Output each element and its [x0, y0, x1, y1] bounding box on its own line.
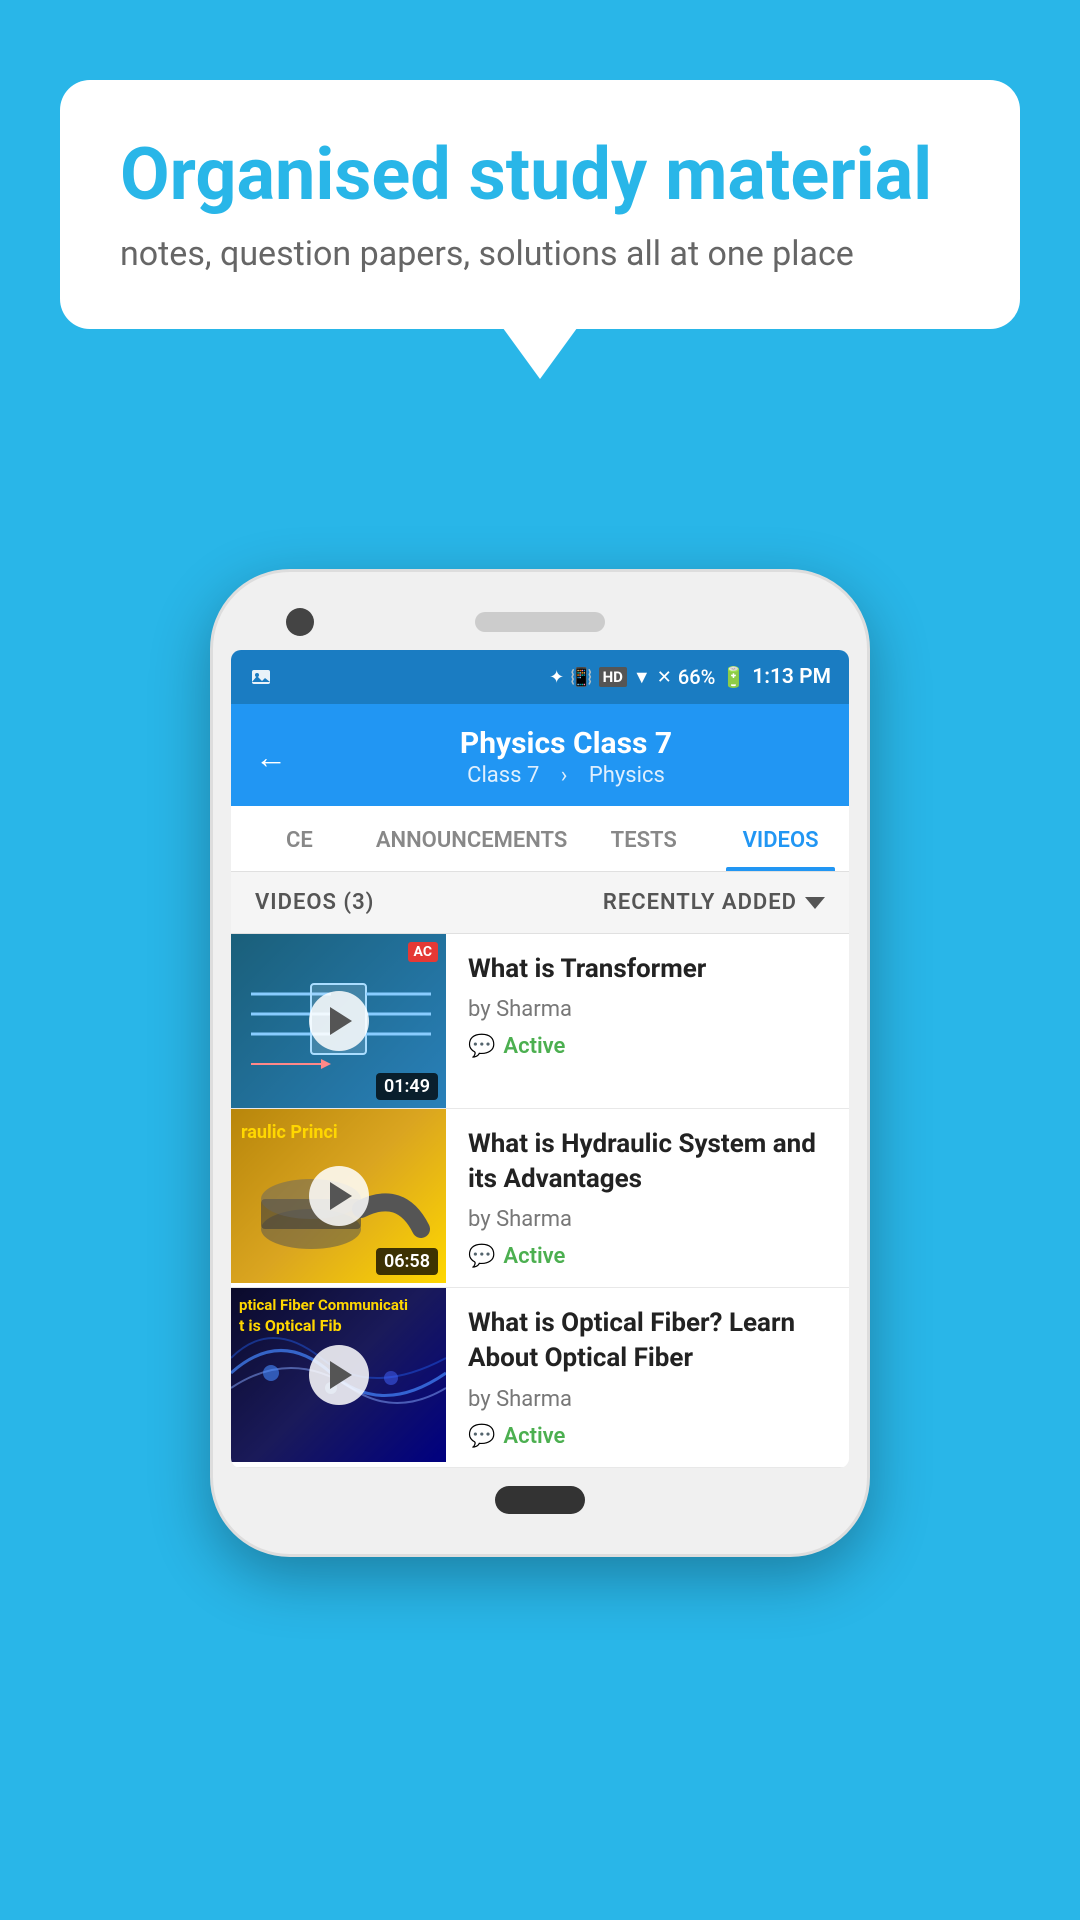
tab-announcements[interactable]: ANNOUNCEMENTS [368, 806, 575, 871]
thumb-text-3: ptical Fiber Communicati t is Optical Fi… [239, 1296, 408, 1336]
tab-tests[interactable]: TESTS [575, 806, 712, 871]
sort-dropdown[interactable]: RECENTLY ADDED [603, 890, 825, 915]
clock: 1:13 PM [752, 665, 831, 689]
tabs-bar: CE ANNOUNCEMENTS TESTS VIDEOS [231, 806, 849, 872]
speech-bubble-subtext: notes, question papers, solutions all at… [120, 234, 960, 274]
header-title-block: Physics Class 7 Class 7 › Physics [307, 726, 825, 788]
video-title-3: What is Optical Fiber? Learn About Optic… [468, 1306, 831, 1376]
play-icon-2 [330, 1182, 352, 1210]
video-status-3: 💬 Active [468, 1424, 831, 1449]
vibrate-icon: 📳 [570, 667, 592, 688]
ac-badge: AC [408, 942, 438, 962]
video-duration-2: 06:58 [376, 1248, 438, 1275]
filter-bar: VIDEOS (3) RECENTLY ADDED [231, 872, 849, 934]
app-subtitle: Class 7 › Physics [307, 763, 825, 788]
play-button-1[interactable] [309, 991, 369, 1051]
video-author-2: by Sharma [468, 1207, 831, 1232]
video-title-2: What is Hydraulic System and its Advanta… [468, 1127, 831, 1197]
status-bar-left [249, 665, 273, 689]
chat-icon-2: 💬 [468, 1244, 495, 1269]
active-label-1: Active [503, 1034, 565, 1059]
phone-top-bar [231, 602, 849, 650]
video-item-1[interactable]: AC [231, 934, 849, 1109]
video-item-2[interactable]: raulic Princi 06:58 [231, 1109, 849, 1288]
play-icon-3 [330, 1361, 352, 1389]
video-thumbnail-3: ptical Fiber Communicati t is Optical Fi… [231, 1288, 446, 1462]
subtitle-subject: Physics [589, 763, 665, 788]
video-duration-1: 01:49 [376, 1073, 438, 1100]
top-section: Organised study material notes, question… [0, 0, 1080, 449]
chevron-down-icon [805, 897, 825, 909]
speech-bubble: Organised study material notes, question… [60, 80, 1020, 329]
video-info-1: What is Transformer by Sharma 💬 Active [446, 934, 849, 1077]
phone-home-oval [495, 1486, 585, 1514]
play-button-2[interactable] [309, 1166, 369, 1226]
photo-icon [249, 665, 273, 689]
video-status-1: 💬 Active [468, 1034, 831, 1059]
play-icon-1 [330, 1007, 352, 1035]
status-bar: ✦ 📳 HD ▼ ✕ 66% 🔋 1:13 PM [231, 650, 849, 704]
video-status-2: 💬 Active [468, 1244, 831, 1269]
phone-home-button-area [231, 1468, 849, 1524]
active-label-2: Active [503, 1244, 565, 1269]
tab-videos[interactable]: VIDEOS [712, 806, 849, 871]
tab-ce[interactable]: CE [231, 806, 368, 871]
back-button[interactable]: ← [255, 738, 287, 776]
phone-screen: ✦ 📳 HD ▼ ✕ 66% 🔋 1:13 PM ← Physics Class… [231, 650, 849, 1467]
video-author-1: by Sharma [468, 997, 831, 1022]
bluetooth-icon: ✦ [549, 667, 564, 688]
videos-count-label: VIDEOS (3) [255, 890, 374, 915]
active-label-3: Active [503, 1424, 565, 1449]
video-info-2: What is Hydraulic System and its Advanta… [446, 1109, 849, 1287]
phone-speaker [475, 612, 605, 632]
battery-level: 66% [678, 665, 715, 689]
subtitle-class: Class 7 [467, 763, 539, 788]
phone-wrapper: ✦ 📳 HD ▼ ✕ 66% 🔋 1:13 PM ← Physics Class… [0, 569, 1080, 1556]
signal-icon: ✕ [657, 667, 672, 688]
app-title: Physics Class 7 [307, 726, 825, 761]
thumb-text-2: raulic Princi [241, 1121, 338, 1144]
wifi-icon: ▼ [633, 667, 651, 688]
video-item-3[interactable]: ptical Fiber Communicati t is Optical Fi… [231, 1288, 849, 1467]
sort-label: RECENTLY ADDED [603, 890, 797, 915]
phone-camera [286, 608, 314, 636]
battery-icon: 🔋 [721, 665, 746, 689]
chat-icon-3: 💬 [468, 1424, 495, 1449]
chat-icon-1: 💬 [468, 1034, 495, 1059]
subtitle-separator: › [561, 763, 568, 788]
video-author-3: by Sharma [468, 1387, 831, 1412]
hd-badge: HD [599, 667, 627, 687]
phone-mockup: ✦ 📳 HD ▼ ✕ 66% 🔋 1:13 PM ← Physics Class… [210, 569, 870, 1556]
play-button-3[interactable] [309, 1345, 369, 1405]
app-header: ← Physics Class 7 Class 7 › Physics [231, 704, 849, 806]
video-thumbnail-2: raulic Princi 06:58 [231, 1109, 446, 1283]
video-thumbnail-1: AC [231, 934, 446, 1108]
video-title-1: What is Transformer [468, 952, 831, 987]
video-info-3: What is Optical Fiber? Learn About Optic… [446, 1288, 849, 1466]
speech-bubble-heading: Organised study material [120, 135, 960, 214]
status-bar-right: ✦ 📳 HD ▼ ✕ 66% 🔋 1:13 PM [549, 665, 831, 689]
